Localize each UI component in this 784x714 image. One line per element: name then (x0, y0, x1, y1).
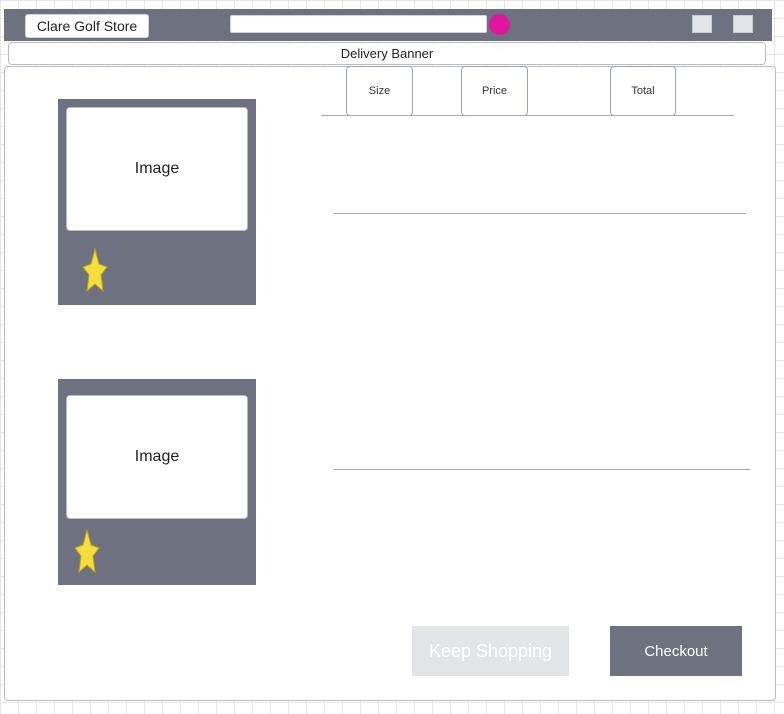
account-icon[interactable] (692, 15, 712, 33)
column-header-price: Price (461, 66, 528, 116)
row-divider (334, 469, 750, 470)
delivery-banner: Delivery Banner (8, 42, 766, 65)
column-header-total: Total (610, 66, 676, 116)
column-header-size: Size (346, 66, 413, 116)
store-home-button[interactable]: Clare Golf Store (25, 14, 149, 38)
product-image[interactable]: Image (66, 107, 248, 231)
keep-shopping-button[interactable]: Keep Shopping (412, 626, 569, 676)
star-icon[interactable] (74, 529, 100, 573)
row-divider (334, 213, 746, 214)
star-icon[interactable] (82, 248, 108, 292)
search-input[interactable] (230, 15, 487, 33)
checkout-button[interactable]: Checkout (610, 626, 742, 676)
product-image[interactable]: Image (66, 395, 248, 519)
cart-icon[interactable] (733, 15, 753, 33)
search-button[interactable] (489, 14, 510, 35)
header-divider (321, 115, 734, 116)
